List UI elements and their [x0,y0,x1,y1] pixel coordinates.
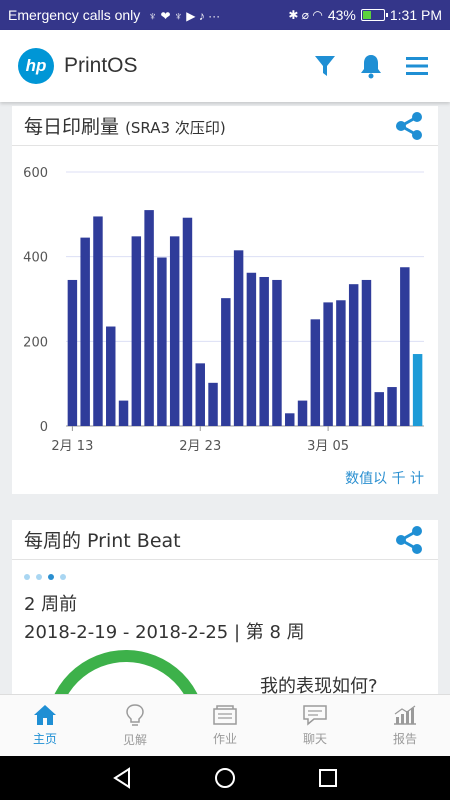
chart-bar [106,326,116,426]
chart-bar [93,216,103,426]
week-date-range: 2018-2-19 - 2018-2-25 | 第 8 周 [24,622,305,643]
chart-bar [131,236,142,426]
hp-logo: hp [18,48,54,84]
chart-bar [157,257,167,426]
lightbulb-icon [126,704,144,726]
share-icon[interactable] [392,523,426,557]
chart-bar [169,236,180,426]
nav-label: 报告 [392,732,417,746]
chart-bar [348,284,359,426]
card-title: 每周的 Print Beat [24,530,181,552]
chart-bar [323,302,333,426]
chart-bar [400,267,410,426]
system-nav-bar [0,756,450,800]
daily-impressions-card: 每日印刷量 (SRA3 次压印) 0 200 400 600 2月 13 2月 23 3月 … [12,106,438,494]
chart-bar [297,400,308,426]
nav-item-reports[interactable]: 报告 [360,695,450,756]
bar-chart: 0 200 400 600 2月 13 2月 23 3月 05 [23,166,424,454]
weekly-print-beat-card: 每周的 Print Beat 2 周前 2018-2-19 - 2018-2-2… [12,520,438,720]
chart-bar [208,382,218,426]
chart-bar [285,413,295,426]
chart-bar [412,354,423,426]
y-tick-label: 400 [23,251,48,266]
x-tick-label: 3月 05 [307,439,349,452]
status-bar: Emergency calls only ♆ ❤ ♆ ▶ ♪ ··· ✱ ⌀ ◠… [0,0,450,30]
clock: 1:31 PM [389,7,442,23]
nav-item-jobs[interactable]: 作业 [180,695,270,756]
chart-bar [387,387,397,426]
menu-icon[interactable] [402,51,432,81]
chart-bar [374,392,384,426]
card-header: 每日印刷量 (SRA3 次压印) [12,106,438,146]
nav-item-home[interactable]: 主页 [0,695,90,756]
chart-bar [221,298,231,426]
app-bar: hp PrintOS [0,30,450,102]
pager-dots[interactable] [12,560,438,580]
pager-dot[interactable] [36,574,42,580]
bell-icon[interactable] [356,51,386,81]
battery-icon [360,9,388,21]
bottom-nav: 主页 见解 作业 聊天 报告 [0,694,450,756]
y-tick-label: 200 [23,335,48,350]
chart-bar [310,319,321,426]
y-tick-label: 0 [40,420,48,435]
filter-icon[interactable] [310,51,340,81]
nav-label: 聊天 [302,732,327,746]
chart-bar [361,279,372,426]
jobs-icon [213,705,237,725]
nav-label: 作业 [212,732,237,746]
nav-item-chat[interactable]: 聊天 [270,695,360,756]
pager-dot[interactable] [60,574,66,580]
chart-bar [182,217,193,426]
home-circle-icon[interactable] [213,766,237,790]
chart-bar [336,300,346,426]
status-carrier-text: Emergency calls only ♆ ❤ ♆ ▶ ♪ ··· [8,7,221,23]
system-status-icons: ✱ ⌀ ◠ [288,8,323,22]
chart-bar [272,279,282,426]
notification-icons: ♆ ❤ ♆ ▶ ♪ ··· [148,9,221,23]
chart-bar [80,237,90,426]
card-subtitle: (SRA3 次压印) [125,119,226,137]
units-link[interactable]: 数值以 千 计 [345,468,424,488]
y-tick-label: 600 [23,166,48,181]
pager-dot[interactable] [24,574,30,580]
nav-item-insights[interactable]: 见解 [90,695,180,756]
home-icon [34,705,56,725]
back-icon[interactable] [110,766,134,790]
chart-bar [144,210,154,426]
x-tick-label: 2月 13 [51,439,93,452]
chart-bar [195,363,205,426]
report-icon [394,705,416,725]
chart-bar [246,272,257,426]
weeks-ago-label: 2 周前 [24,594,78,615]
share-icon[interactable] [392,109,426,143]
daily-chart: 0 200 400 600 2月 13 2月 23 3月 05 [12,146,438,454]
nav-label: 主页 [32,732,57,746]
battery-percent: 43% [327,7,356,23]
chart-bar [259,276,269,426]
chart-bar [233,250,244,426]
card-title: 每日印刷量 (SRA3 次压印) [24,116,226,138]
x-tick-label: 2月 23 [179,439,221,452]
nav-label: 见解 [122,733,147,747]
card-header: 每周的 Print Beat [12,520,438,560]
app-title: PrintOS [64,54,138,77]
chart-bar [118,400,129,426]
pager-dot[interactable] [48,574,54,580]
recents-icon[interactable] [316,766,340,790]
chat-icon [303,705,327,726]
chart-bar [67,279,78,426]
